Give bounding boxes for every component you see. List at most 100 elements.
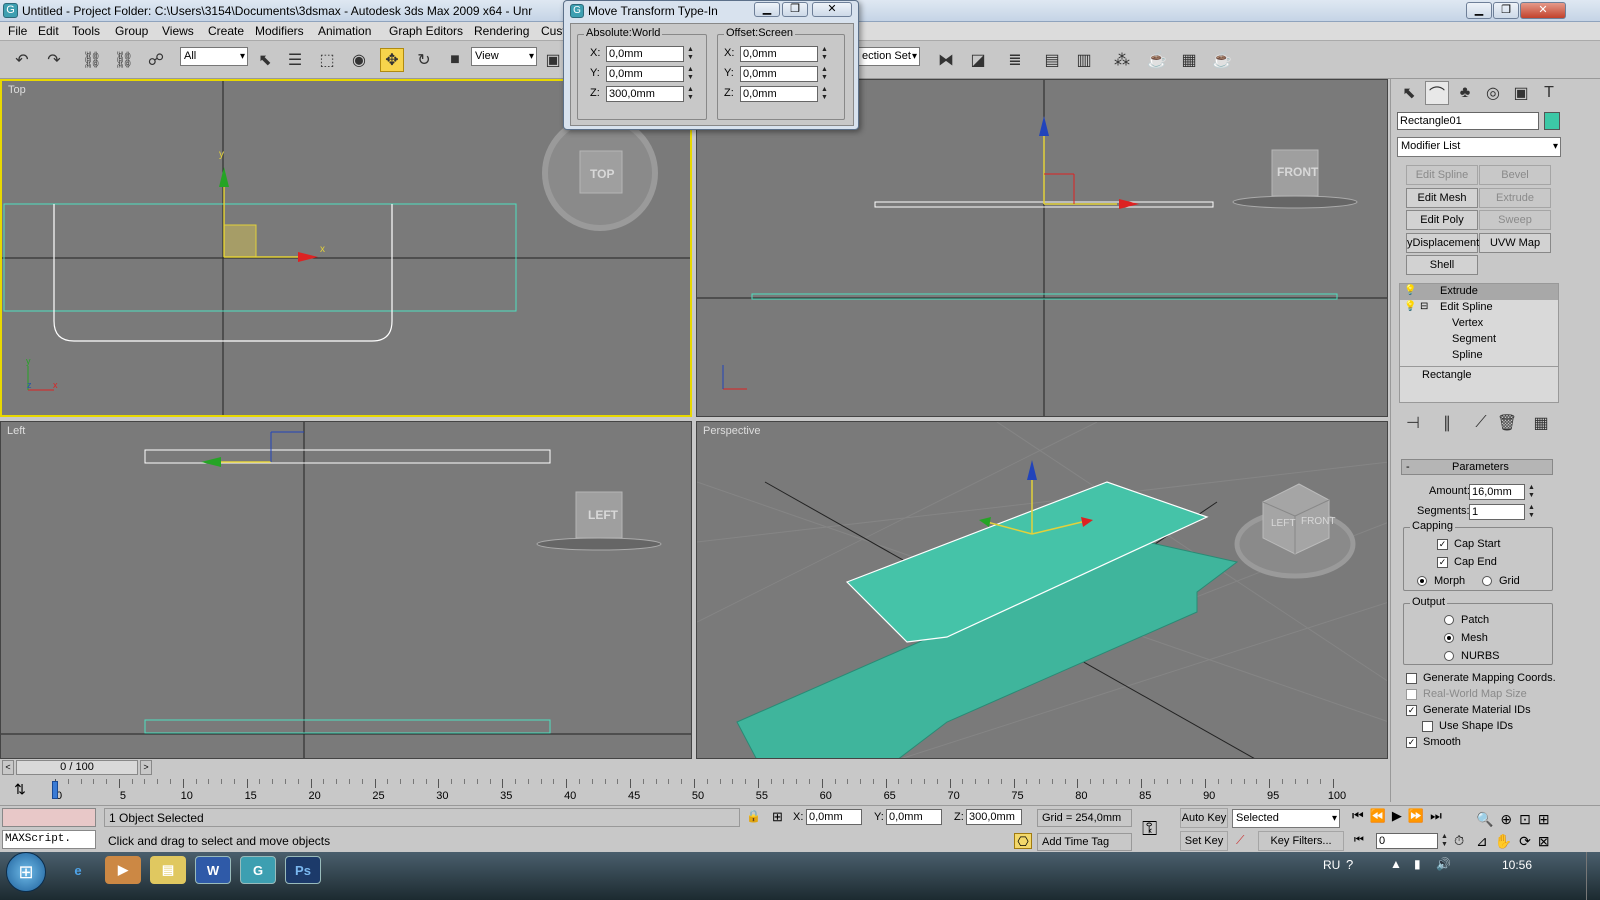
object-color-swatch[interactable] — [1544, 112, 1560, 130]
timeline-ruler[interactable]: ⇅ 0 5 10 15 20 25 30 35 40 45 50 55 60 65 70 75 80 85 90 95… — [0, 777, 1388, 805]
viewport-perspective[interactable]: Perspective LEFT FRONT — [696, 421, 1388, 759]
track-bar-toggle-icon[interactable]: ⇅ — [10, 781, 30, 799]
schematic-view-icon[interactable]: ▥ — [1072, 48, 1096, 72]
selection-filter-dropdown[interactable]: All — [180, 47, 248, 66]
segments-spinner[interactable]: ▲ ▼ — [1527, 504, 1536, 520]
menu-edit[interactable]: Edit — [38, 24, 59, 38]
media-player-icon[interactable]: ▶ — [105, 856, 141, 884]
off-y-spinner[interactable]: ▲ ▼ — [820, 66, 829, 82]
mesh-radio[interactable] — [1444, 633, 1454, 643]
current-frame-spinner[interactable]: ▲ ▼ — [1440, 833, 1449, 849]
volume-icon[interactable]: 🔊 — [1436, 857, 1451, 871]
viewport-left[interactable]: Left LEFT — [0, 421, 692, 759]
collapse-icon[interactable]: ⊟ — [1420, 301, 1428, 312]
displacement-button[interactable]: yDisplacement — [1406, 233, 1479, 253]
modifier-list-dropdown[interactable]: Modifier List — [1397, 137, 1561, 157]
window-crossing-icon[interactable]: ◉ — [347, 48, 371, 72]
mirror-icon[interactable]: ⧓ — [934, 48, 958, 72]
abs-z-spinner[interactable]: ▲ ▼ — [686, 86, 695, 102]
grid-radio[interactable] — [1482, 576, 1492, 586]
playback-controls[interactable]: ⏮⏪▶⏩⏭ — [1352, 808, 1472, 828]
remove-modifier-icon[interactable]: 🗑 — [1495, 411, 1519, 435]
off-x-field[interactable]: 0,0mm — [740, 46, 818, 62]
named-selection-set-dropdown[interactable]: ection Set — [858, 47, 920, 66]
menu-modifiers[interactable]: Modifiers — [255, 24, 304, 38]
align-icon[interactable]: ◪ — [966, 48, 990, 72]
absolute-mode-icon[interactable]: ⊞ — [772, 809, 783, 825]
amount-field[interactable]: 16,0mm — [1469, 484, 1525, 500]
patch-radio[interactable] — [1444, 615, 1454, 625]
off-x-spinner[interactable]: ▲ ▼ — [820, 46, 829, 62]
select-object-icon[interactable]: ⬉ — [253, 48, 277, 72]
current-frame-marker[interactable] — [52, 781, 58, 799]
utilities-tab-icon[interactable]: T — [1537, 81, 1561, 105]
unlink-icon[interactable]: ⛓ — [112, 48, 136, 72]
stack-item-edit-spline[interactable]: 💡 ⊟ Edit Spline — [1400, 300, 1558, 316]
make-unique-icon[interactable]: ⟋ — [1469, 411, 1493, 435]
stack-item-extrude[interactable]: 💡 Extrude — [1400, 284, 1558, 300]
configure-modifier-sets-icon[interactable]: ▦ — [1529, 411, 1553, 435]
add-time-tag-button[interactable]: Add Time Tag — [1037, 833, 1132, 851]
abs-x-field[interactable]: 0,0mm — [606, 46, 684, 62]
morph-radio[interactable] — [1417, 576, 1427, 586]
status-y-field[interactable]: 0,0mm — [886, 809, 942, 825]
explorer-icon[interactable]: ▤ — [150, 856, 186, 884]
motion-tab-icon[interactable]: ◎ — [1481, 81, 1505, 105]
redo-icon[interactable]: ↷ — [42, 48, 66, 72]
key-filters-button[interactable]: Key Filters... — [1258, 831, 1344, 851]
cap-start-checkbox[interactable]: ✓ — [1437, 539, 1448, 550]
select-by-name-icon[interactable]: ☰ — [283, 48, 307, 72]
sweep-button[interactable]: Sweep — [1479, 210, 1551, 230]
maxscript-field[interactable]: MAXScript. — [2, 830, 96, 849]
object-name-field[interactable]: Rectangle01 — [1397, 112, 1539, 130]
reference-coordinate-dropdown[interactable]: View — [471, 47, 537, 66]
menu-tools[interactable]: Tools — [72, 24, 100, 38]
auto-key-button[interactable]: Auto Key — [1180, 808, 1228, 828]
status-x-field[interactable]: 0,0mm — [806, 809, 862, 825]
bind-space-warp-icon[interactable]: ☍ — [144, 48, 168, 72]
maximize-button[interactable]: ❐ — [1493, 2, 1519, 19]
menu-animation[interactable]: Animation — [318, 24, 371, 38]
select-and-scale-icon[interactable]: ■ — [443, 48, 467, 72]
render-setup-icon[interactable]: ☕ — [1145, 48, 1169, 72]
close-window-button[interactable]: ✕ — [1520, 2, 1566, 19]
key-mode-icon[interactable]: ⏮ — [1354, 834, 1364, 847]
material-editor-icon[interactable]: ⁂ — [1110, 48, 1134, 72]
off-z-spinner[interactable]: ▲ ▼ — [820, 86, 829, 102]
uvw-map-button[interactable]: UVW Map — [1479, 233, 1551, 253]
viewport-navigation-controls[interactable]: 🔍⊕⊡⊞ ⊿✋⟳⊠ — [1476, 808, 1596, 852]
minimize-button[interactable]: ▁ — [1466, 2, 1492, 19]
dialog-close-button[interactable]: ✕ — [812, 2, 852, 17]
time-next-icon[interactable]: > — [140, 760, 152, 775]
edit-spline-button[interactable]: Edit Spline — [1406, 165, 1478, 185]
shell-button[interactable]: Shell — [1406, 255, 1478, 275]
select-link-icon[interactable]: ⛓ — [80, 48, 104, 72]
rectangular-selection-icon[interactable]: ⬚ — [315, 48, 339, 72]
viewcube-left[interactable]: LEFT — [588, 508, 618, 522]
default-in-out-tangent-icon[interactable]: ⟋ — [1236, 833, 1244, 848]
edit-mesh-button[interactable]: Edit Mesh — [1406, 188, 1478, 208]
amount-spinner[interactable]: ▲ ▼ — [1527, 484, 1536, 500]
menu-create[interactable]: Create — [208, 24, 244, 38]
set-key-icon[interactable]: ⚿ — [1142, 818, 1157, 841]
stack-item-spline[interactable]: Spline — [1452, 349, 1483, 361]
abs-y-field[interactable]: 0,0mm — [606, 66, 684, 82]
stack-item-vertex[interactable]: Vertex — [1452, 317, 1483, 329]
current-frame-field[interactable]: 0 — [1376, 833, 1438, 849]
viewcube-persp-front[interactable]: FRONT — [1301, 516, 1335, 527]
time-configuration-icon[interactable]: ⏱ — [1454, 833, 1464, 849]
select-and-rotate-icon[interactable]: ↻ — [412, 48, 436, 72]
modify-tab-icon[interactable]: ⌒ — [1425, 81, 1449, 105]
3dsmax-taskbar-icon[interactable]: G — [240, 856, 276, 884]
real-world-checkbox[interactable] — [1406, 689, 1417, 700]
abs-y-spinner[interactable]: ▲ ▼ — [686, 66, 695, 82]
status-z-field[interactable]: 300,0mm — [966, 809, 1022, 825]
clock[interactable]: 10:56 — [1502, 858, 1532, 872]
nurbs-radio[interactable] — [1444, 651, 1454, 661]
segments-field[interactable]: 1 — [1469, 504, 1525, 520]
word-icon[interactable]: W — [195, 856, 231, 884]
bulb-icon[interactable]: 💡 — [1404, 285, 1416, 296]
bulb-icon[interactable]: 💡 — [1404, 301, 1416, 312]
layer-manager-icon[interactable]: ≣ — [1003, 48, 1027, 72]
show-end-result-icon[interactable]: ∥ — [1435, 411, 1459, 435]
